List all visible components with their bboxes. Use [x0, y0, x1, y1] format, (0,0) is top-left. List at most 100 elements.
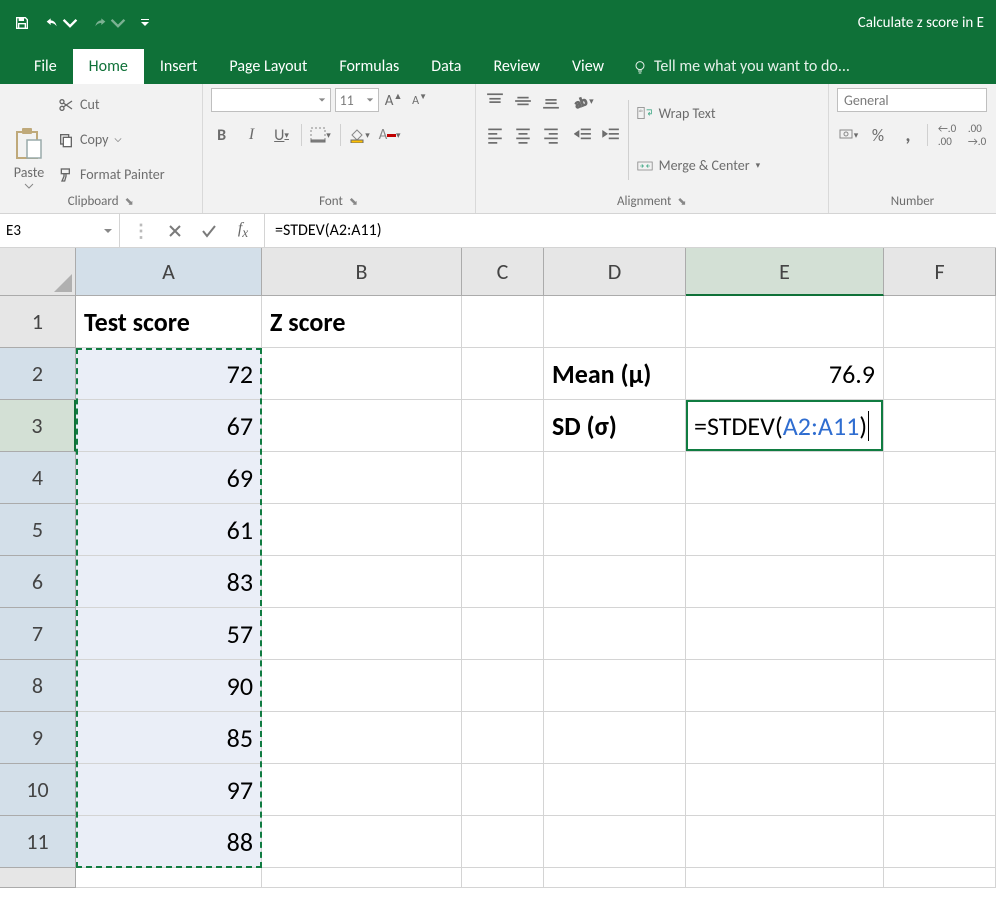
- tab-data[interactable]: Data: [415, 49, 477, 84]
- fill-color-button[interactable]: ▾: [349, 124, 371, 146]
- cell-A1[interactable]: Test score: [76, 296, 262, 348]
- tab-review[interactable]: Review: [477, 49, 556, 84]
- cell-D5[interactable]: [544, 504, 686, 556]
- increase-font-button[interactable]: A▲: [383, 89, 405, 111]
- cell-E7[interactable]: [686, 608, 884, 660]
- cell-A2[interactable]: 72: [76, 348, 262, 400]
- percent-button[interactable]: %: [867, 124, 889, 146]
- col-header-A[interactable]: A: [76, 248, 262, 296]
- row-header-11[interactable]: 11: [0, 816, 76, 868]
- decrease-decimal-button[interactable]: .00→.0: [966, 124, 988, 146]
- align-top-button[interactable]: [484, 90, 506, 112]
- name-box-input[interactable]: [6, 222, 76, 240]
- format-painter-button[interactable]: Format Painter: [56, 164, 167, 185]
- formula-bar-options[interactable]: ⋮: [124, 214, 158, 248]
- cell-A6[interactable]: 83: [76, 556, 262, 608]
- tab-home[interactable]: Home: [73, 49, 144, 84]
- row-header-5[interactable]: 5: [0, 504, 76, 556]
- cell-D9[interactable]: [544, 712, 686, 764]
- cell-A11[interactable]: 88: [76, 816, 262, 868]
- cell-B8[interactable]: [262, 660, 462, 712]
- paste-button[interactable]: Paste: [8, 88, 50, 191]
- align-left-button[interactable]: [484, 124, 506, 146]
- comma-button[interactable]: ,: [897, 124, 919, 146]
- cell-D3[interactable]: SD (σ): [544, 400, 686, 452]
- cell-edit-overlay[interactable]: =STDEV(A2:A11): [686, 400, 883, 451]
- cell-E11[interactable]: [686, 816, 884, 868]
- select-all-corner[interactable]: [0, 248, 76, 296]
- row-header-7[interactable]: 7: [0, 608, 76, 660]
- cell-B1[interactable]: Z score: [262, 296, 462, 348]
- row-header-10[interactable]: 10: [0, 764, 76, 816]
- cell-F6[interactable]: [884, 556, 996, 608]
- cell-C11[interactable]: [462, 816, 544, 868]
- cell-D2[interactable]: Mean (µ): [544, 348, 686, 400]
- decrease-font-button[interactable]: A▼: [409, 89, 431, 111]
- font-size-combo[interactable]: 11: [335, 88, 379, 112]
- cell-B7[interactable]: [262, 608, 462, 660]
- cell-E3[interactable]: =STDEV(A2:A11): [686, 400, 884, 452]
- cell-B3[interactable]: [262, 400, 462, 452]
- cell-A5[interactable]: 61: [76, 504, 262, 556]
- fx-button[interactable]: fx: [226, 214, 260, 248]
- cell-F1[interactable]: [884, 296, 996, 348]
- cell-A4[interactable]: 69: [76, 452, 262, 504]
- increase-indent-button[interactable]: [600, 124, 622, 146]
- align-right-button[interactable]: [540, 124, 562, 146]
- row-header-3[interactable]: 3: [0, 400, 76, 452]
- underline-button[interactable]: U ▾: [271, 124, 293, 146]
- col-header-E[interactable]: E: [686, 248, 884, 296]
- tab-insert[interactable]: Insert: [144, 49, 214, 84]
- col-header-B[interactable]: B: [262, 248, 462, 296]
- col-header-C[interactable]: C: [462, 248, 544, 296]
- undo-button[interactable]: [44, 15, 78, 31]
- cell-C9[interactable]: [462, 712, 544, 764]
- cell-D11[interactable]: [544, 816, 686, 868]
- cell-F10[interactable]: [884, 764, 996, 816]
- redo-button[interactable]: [92, 15, 126, 31]
- cell-E6[interactable]: [686, 556, 884, 608]
- row-header-4[interactable]: 4: [0, 452, 76, 504]
- cell-F4[interactable]: [884, 452, 996, 504]
- cell-C5[interactable]: [462, 504, 544, 556]
- cell-B2[interactable]: [262, 348, 462, 400]
- cell-A8[interactable]: 90: [76, 660, 262, 712]
- cell-B9[interactable]: [262, 712, 462, 764]
- align-middle-button[interactable]: [512, 90, 534, 112]
- italic-button[interactable]: I: [241, 124, 263, 146]
- enter-formula-button[interactable]: [192, 214, 226, 248]
- orientation-button[interactable]: ab▾: [572, 90, 594, 112]
- cell-C8[interactable]: [462, 660, 544, 712]
- cell-D8[interactable]: [544, 660, 686, 712]
- cell-E8[interactable]: [686, 660, 884, 712]
- name-box[interactable]: [0, 214, 120, 247]
- cell-E1[interactable]: [686, 296, 884, 348]
- cell-C10[interactable]: [462, 764, 544, 816]
- cell-C6[interactable]: [462, 556, 544, 608]
- align-bottom-button[interactable]: [540, 90, 562, 112]
- cell-F7[interactable]: [884, 608, 996, 660]
- number-format-combo[interactable]: General: [837, 88, 987, 112]
- font-family-combo[interactable]: [211, 88, 331, 112]
- cell-B4[interactable]: [262, 452, 462, 504]
- cancel-formula-button[interactable]: [158, 214, 192, 248]
- increase-decimal-button[interactable]: ←.0.00: [936, 124, 958, 146]
- cell-C4[interactable]: [462, 452, 544, 504]
- cell-B11[interactable]: [262, 816, 462, 868]
- cell-E10[interactable]: [686, 764, 884, 816]
- formula-input[interactable]: [264, 214, 996, 247]
- accounting-format-button[interactable]: ▾: [837, 124, 859, 146]
- cell-F9[interactable]: [884, 712, 996, 764]
- cell-A7[interactable]: 57: [76, 608, 262, 660]
- cell-A9[interactable]: 85: [76, 712, 262, 764]
- tab-view[interactable]: View: [556, 49, 620, 84]
- row-header-2[interactable]: 2: [0, 348, 76, 400]
- borders-button[interactable]: ▾: [310, 124, 332, 146]
- col-header-D[interactable]: D: [544, 248, 686, 296]
- cell-C3[interactable]: [462, 400, 544, 452]
- cell-F11[interactable]: [884, 816, 996, 868]
- cell-B6[interactable]: [262, 556, 462, 608]
- tell-me-search[interactable]: Tell me what you want to do...: [620, 49, 862, 84]
- cut-button[interactable]: Cut: [56, 94, 167, 115]
- tab-file[interactable]: File: [18, 49, 73, 84]
